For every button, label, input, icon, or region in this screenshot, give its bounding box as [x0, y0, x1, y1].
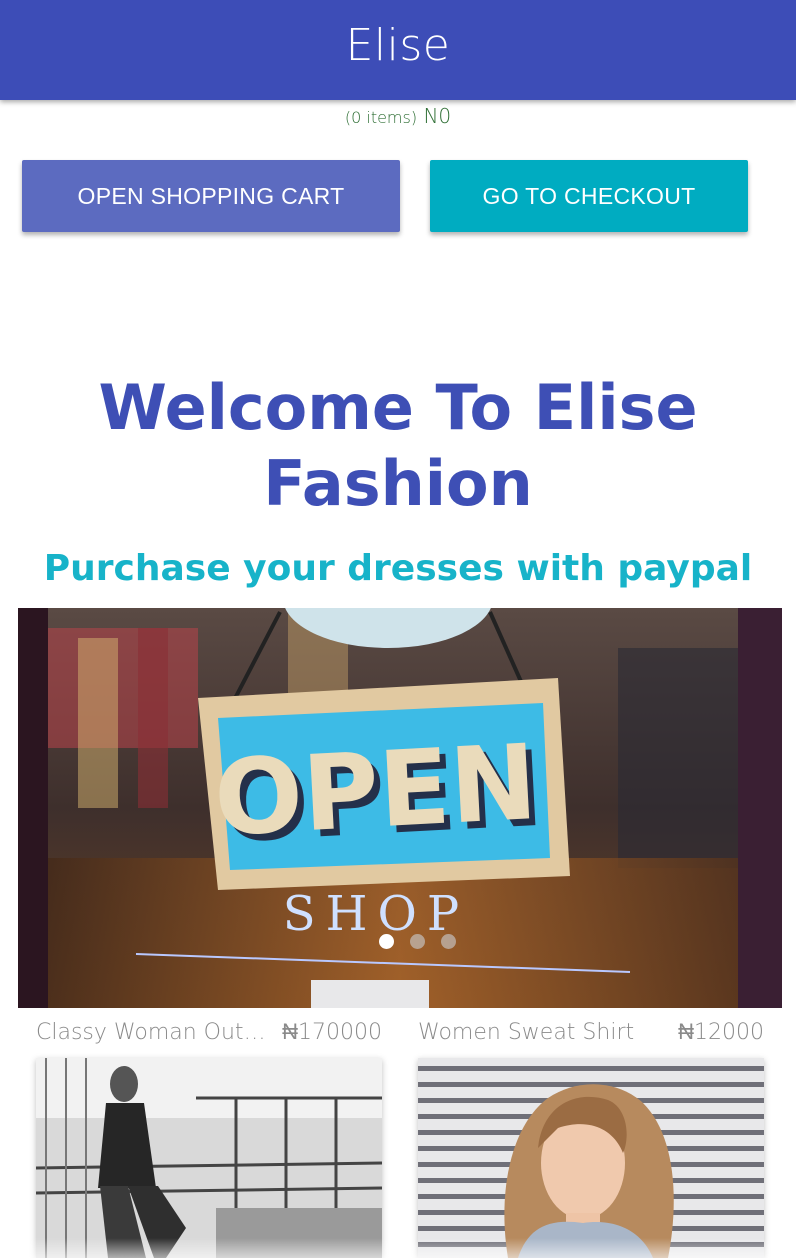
cart-summary: (0 items) N0 [0, 104, 796, 128]
cart-item-count: (0 items) [344, 108, 418, 127]
welcome-heading-line1: Welcome To Elise [98, 371, 698, 444]
svg-text:OPEN: OPEN [211, 721, 540, 860]
product-price: ₦12000 [678, 1020, 764, 1045]
product-header: Classy Woman Outfit... ₦170000 [36, 1014, 382, 1050]
carousel-dot-2[interactable] [409, 934, 425, 949]
carousel-dot-1[interactable] [378, 934, 394, 949]
product-image[interactable] [36, 1058, 382, 1258]
hero-subtitle: Purchase your dresses with paypal [43, 548, 753, 589]
go-to-checkout-button[interactable]: GO TO CHECKOUT [430, 160, 748, 232]
product-name: Women Sweat Shirt [418, 1019, 635, 1045]
cart-total: N0 [423, 104, 452, 128]
product-image[interactable] [418, 1058, 764, 1258]
carousel-dot-3[interactable] [440, 934, 456, 949]
app-title: Elise [345, 19, 451, 71]
product-header: Women Sweat Shirt ₦12000 [418, 1014, 764, 1050]
product-name: Classy Woman Outfit... [36, 1019, 274, 1045]
product-price: ₦170000 [282, 1020, 382, 1045]
app-bar: Elise [0, 0, 796, 100]
carousel-indicators [35, 934, 782, 949]
open-shopping-cart-button[interactable]: OPEN SHOPPING CART [22, 160, 400, 232]
image-carousel[interactable]: OPEN OPEN SHOP [18, 608, 782, 1008]
welcome-heading-line2: Fashion [263, 447, 533, 520]
welcome-heading: Welcome To Elise Fashion [0, 370, 796, 522]
product-card[interactable]: Women Sweat Shirt ₦12000 [418, 1014, 764, 1258]
product-card[interactable]: Classy Woman Outfit... ₦170000 [36, 1014, 382, 1258]
